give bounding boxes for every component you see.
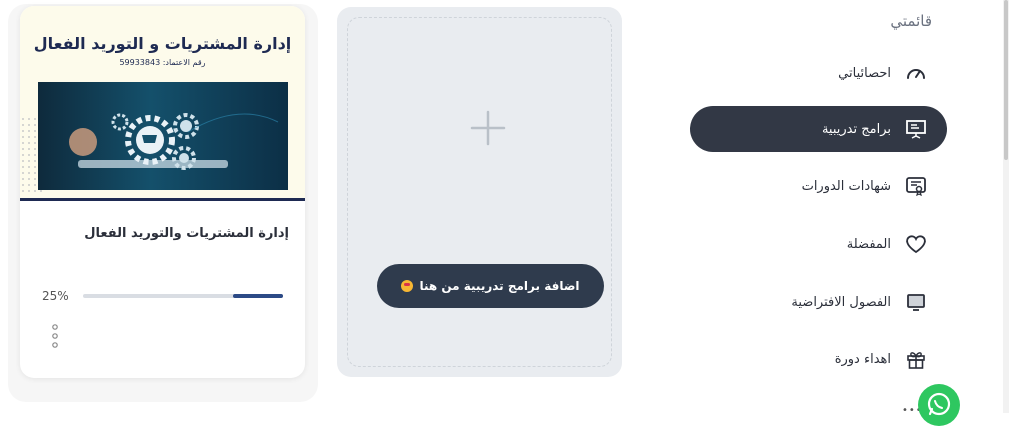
course-card[interactable]: إدارة المشتريات و التوريد الفعال رقم الا… [20,6,305,378]
sidebar-item-label: الفصول الافتراضية [791,294,891,310]
page-scrollbar[interactable] [1003,0,1009,413]
more-options-icon[interactable] [50,322,60,352]
sidebar-item-favorites[interactable]: المفضلة [690,221,947,267]
progress-bar [83,294,283,298]
progress-bar-fill [233,294,283,298]
presentation-board-icon [903,116,929,142]
add-program-card[interactable]: اضافة برامج تدريبية من هنا [337,7,622,377]
sidebar-item-label: برامج تدريبية [821,121,891,137]
progress-percentage: 25% [42,289,69,303]
gears-illustration [69,113,279,170]
sidebar-item-gift-course[interactable]: اهداء دورة [690,336,947,382]
monitor-icon [903,289,929,315]
emoji-icon [401,280,414,292]
gift-icon [903,346,929,372]
whatsapp-icon [927,392,951,416]
plus-icon[interactable] [468,108,508,148]
course-image [38,82,288,190]
course-banner: إدارة المشتريات و التوريد الفعال رقم الا… [20,6,305,200]
sidebar-item-label: المفضلة [846,236,891,252]
sidebar: قائمتي احصائياتي برامج تدريبية شهادات ال… [690,0,990,413]
heart-icon [903,231,929,257]
course-title[interactable]: إدارة المشتريات والتوريد الفعال [84,226,289,241]
whatsapp-button[interactable] [918,384,960,426]
dashed-drop-area: اضافة برامج تدريبية من هنا [347,17,612,367]
banner-divider [20,198,305,201]
sidebar-item-label: شهادات الدورات [801,178,891,194]
sidebar-item-training-programs[interactable]: برامج تدريبية [690,106,947,152]
banner-accreditation: رقم الاعتماد: 59933843 [119,58,206,67]
speedometer-icon [903,60,929,86]
menu-title: قائمتي [890,12,932,30]
banner-title: إدارة المشتريات و التوريد الفعال [33,34,292,53]
add-programs-button-label: اضافة برامج تدريبية من هنا [419,279,580,293]
sidebar-item-virtual-classes[interactable]: الفصول الافتراضية [690,279,947,325]
certificate-icon [903,173,929,199]
sidebar-item-certificates[interactable]: شهادات الدورات [690,163,947,209]
sidebar-item-label: اهداء دورة [834,351,891,367]
sidebar-item-statistics[interactable]: احصائياتي [690,50,947,96]
add-programs-button[interactable]: اضافة برامج تدريبية من هنا [377,264,604,308]
scrollbar-thumb[interactable] [1004,0,1008,160]
sidebar-item-label: احصائياتي [838,65,891,81]
